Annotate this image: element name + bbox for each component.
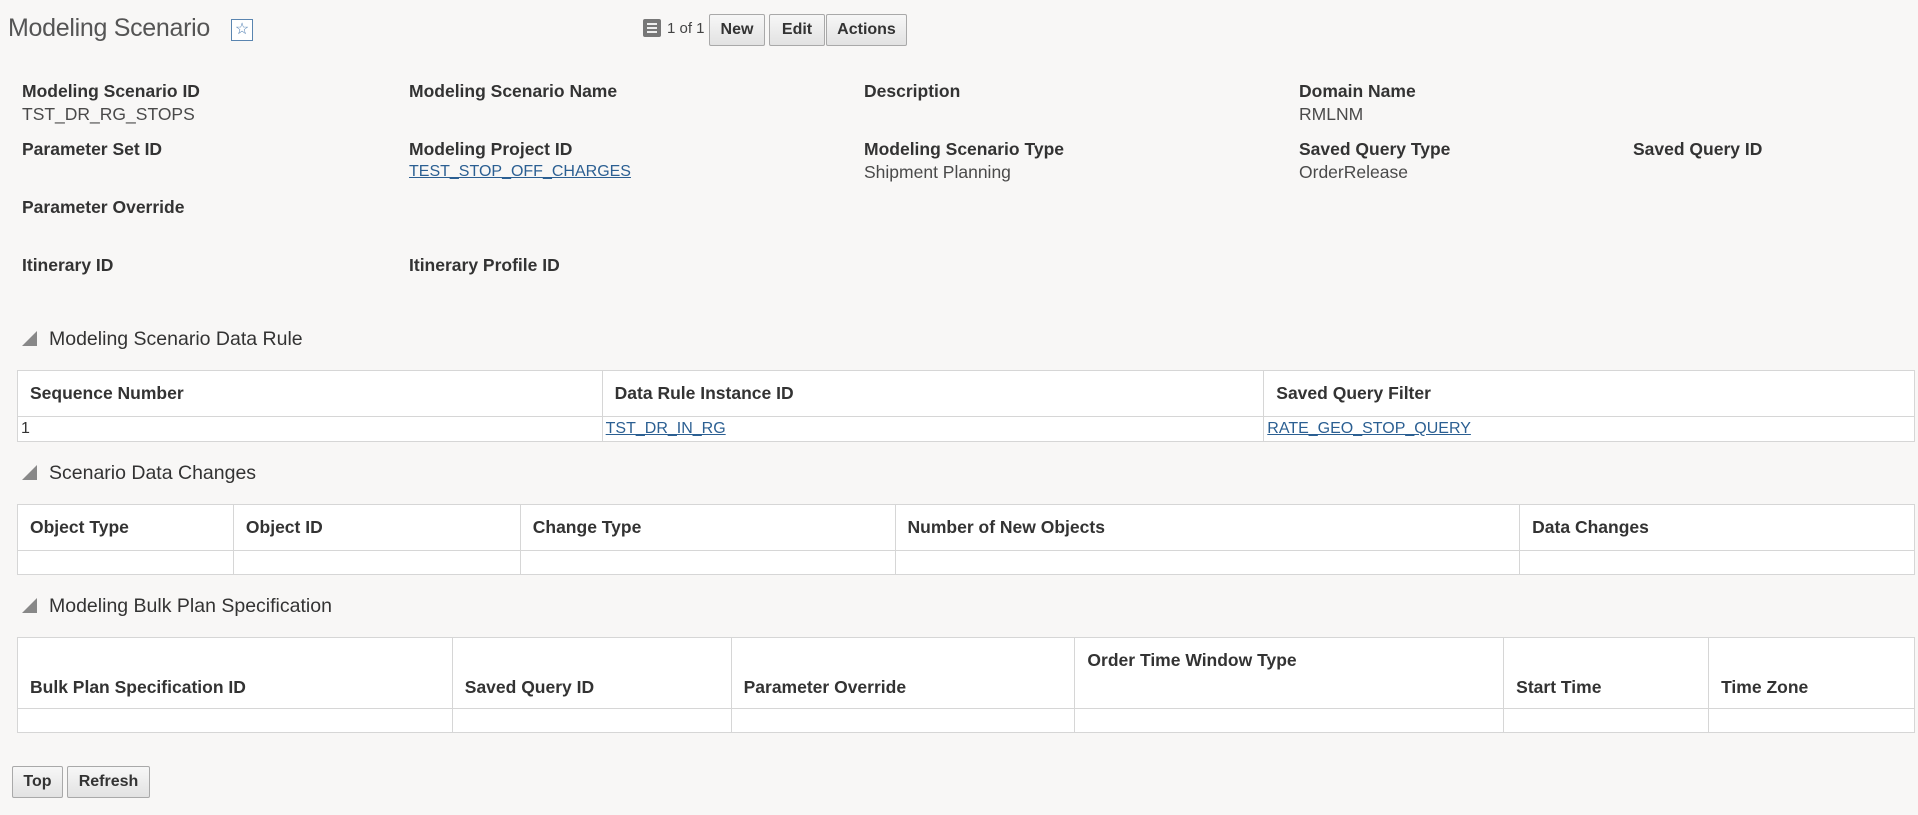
top-button[interactable]: Top	[12, 766, 63, 798]
data-changes-table: Object Type Object ID Change Type Number…	[17, 504, 1915, 575]
parameter-override-label: Parameter Override	[22, 197, 185, 217]
refresh-button[interactable]: Refresh	[67, 766, 150, 798]
collapse-triangle-icon[interactable]	[22, 598, 37, 613]
sequence-cell: 1	[17, 416, 603, 442]
new-button[interactable]: New	[709, 14, 765, 46]
table-row	[17, 708, 1915, 733]
pager-text: 1 of 1	[667, 20, 705, 37]
column-header[interactable]: Bulk Plan Specification ID	[17, 637, 453, 709]
column-header[interactable]: Time Zone	[1708, 637, 1915, 709]
project-id-label: Modeling Project ID	[409, 139, 573, 159]
star-icon[interactable]: ☆	[231, 19, 253, 41]
scenario-id-value: TST_DR_RG_STOPS	[22, 104, 195, 124]
collapse-triangle-icon[interactable]	[22, 465, 37, 480]
collapse-triangle-icon[interactable]	[22, 331, 37, 346]
data-changes-section-header[interactable]: Scenario Data Changes	[22, 462, 256, 485]
column-header[interactable]: Change Type	[519, 504, 896, 551]
domain-name-value: RMLNM	[1299, 104, 1364, 124]
scenario-name-label: Modeling Scenario Name	[409, 81, 618, 101]
column-header[interactable]: Object Type	[17, 504, 234, 551]
domain-name-label: Domain Name	[1299, 81, 1416, 101]
column-header[interactable]: Start Time	[1503, 637, 1710, 709]
table-row	[17, 550, 1915, 575]
section-title: Modeling Scenario Data Rule	[49, 328, 303, 350]
saved-query-filter-link[interactable]: RATE_GEO_STOP_QUERY	[1267, 420, 1471, 437]
column-header[interactable]: Saved Query Filter	[1263, 370, 1915, 417]
description-label: Description	[864, 81, 961, 101]
column-header[interactable]: Object ID	[232, 504, 521, 551]
itinerary-id-label: Itinerary ID	[22, 255, 114, 275]
saved-query-type-label: Saved Query Type	[1299, 139, 1451, 159]
data-rule-table: Sequence Number Data Rule Instance ID Sa…	[17, 370, 1915, 442]
scenario-type-label: Modeling Scenario Type	[864, 139, 1064, 159]
parameter-set-label: Parameter Set ID	[22, 139, 163, 159]
itinerary-profile-label: Itinerary Profile ID	[409, 255, 560, 275]
saved-query-id-label: Saved Query ID	[1633, 139, 1763, 159]
column-header[interactable]: Data Changes	[1519, 504, 1915, 551]
column-header[interactable]: Data Rule Instance ID	[601, 370, 1265, 417]
column-header[interactable]: Order Time Window Type	[1074, 637, 1505, 709]
edit-button[interactable]: Edit	[769, 14, 825, 46]
list-icon	[643, 19, 661, 37]
section-title: Modeling Bulk Plan Specification	[49, 595, 332, 617]
bulk-plan-table: Bulk Plan Specification ID Saved Query I…	[17, 637, 1915, 733]
data-rule-instance-link[interactable]: TST_DR_IN_RG	[606, 420, 726, 437]
scenario-type-value: Shipment Planning	[864, 162, 1011, 182]
project-id-link[interactable]: TEST_STOP_OFF_CHARGES	[409, 163, 631, 181]
column-header[interactable]: Number of New Objects	[894, 504, 1521, 551]
data-rule-section-header[interactable]: Modeling Scenario Data Rule	[22, 328, 303, 351]
actions-button[interactable]: Actions	[826, 14, 907, 46]
page-title: Modeling Scenario	[8, 14, 210, 42]
column-header[interactable]: Saved Query ID	[451, 637, 732, 709]
column-header[interactable]: Parameter Override	[730, 637, 1076, 709]
scenario-id-label: Modeling Scenario ID	[22, 81, 200, 101]
table-row: 1 TST_DR_IN_RG RATE_GEO_STOP_QUERY	[17, 416, 1915, 442]
bulk-plan-section-header[interactable]: Modeling Bulk Plan Specification	[22, 595, 332, 618]
saved-query-type-value: OrderRelease	[1299, 162, 1408, 182]
column-header[interactable]: Sequence Number	[17, 370, 603, 417]
section-title: Scenario Data Changes	[49, 462, 257, 484]
